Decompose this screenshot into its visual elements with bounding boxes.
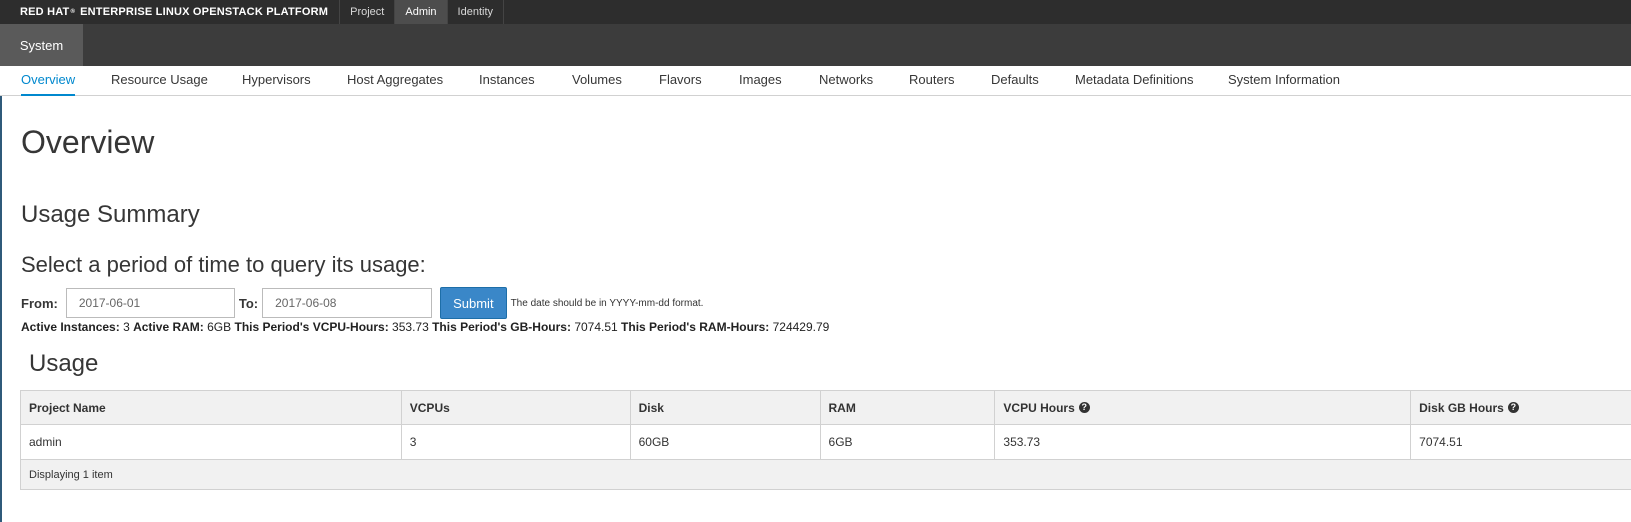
cell-vcpu-hours: 353.73	[995, 425, 1412, 459]
brand-logo: RED HAT ® ENTERPRISE LINUX OPENSTACK PLAT…	[0, 0, 339, 24]
to-date-input[interactable]	[262, 288, 433, 318]
header-vcpus[interactable]: VCPUs	[402, 391, 631, 424]
tab-host-aggregates[interactable]: Host Aggregates	[347, 66, 443, 96]
gb-hours-label: This Period's GB-Hours:	[432, 320, 571, 334]
active-instances-label: Active Instances:	[21, 320, 120, 334]
top-bar: RED HAT ® ENTERPRISE LINUX OPENSTACK PLAT…	[0, 0, 1631, 24]
usage-summary-heading: Usage Summary	[21, 201, 200, 228]
header-ram[interactable]: RAM	[821, 391, 996, 424]
tab-resource-usage[interactable]: Resource Usage	[111, 66, 208, 96]
period-heading: Select a period of time to query its usa…	[21, 252, 426, 277]
page-title: Overview	[21, 124, 155, 160]
to-label: To:	[238, 295, 259, 311]
vcpu-hours-label: This Period's VCPU-Hours:	[234, 320, 389, 334]
active-ram-label: Active RAM:	[133, 320, 204, 334]
date-format-hint: The date should be in YYYY-mm-dd format.	[510, 297, 704, 309]
header-project-name[interactable]: Project Name	[21, 391, 402, 424]
active-ram-value: 6GB	[207, 320, 232, 334]
gb-hours-value: 7074.51	[574, 320, 618, 334]
brand-product: ENTERPRISE LINUX OPENSTACK PLATFORM	[80, 6, 329, 18]
date-range-form: From: To: Submit The date should be in Y…	[21, 287, 703, 319]
cell-ram: 6GB	[821, 425, 996, 459]
from-label: From:	[21, 295, 58, 311]
section-tab-system[interactable]: System	[0, 24, 83, 66]
header-disk-gb-hours: Disk GB Hours	[1419, 400, 1504, 415]
left-edge-bar	[0, 96, 2, 522]
question-circle-icon[interactable]: ?	[1078, 402, 1090, 413]
usage-heading: Usage	[29, 350, 99, 377]
tab-volumes[interactable]: Volumes	[572, 66, 622, 96]
header-disk-gb-hours-cell[interactable]: Disk GB Hours ?	[1411, 391, 1631, 424]
tab-system-information[interactable]: System Information	[1228, 66, 1340, 96]
table-footer: Displaying 1 item	[21, 460, 1631, 489]
tab-hypervisors[interactable]: Hypervisors	[242, 66, 311, 96]
tab-defaults[interactable]: Defaults	[991, 66, 1039, 96]
tab-networks[interactable]: Networks	[819, 66, 873, 96]
vcpu-hours-value: 353.73	[392, 320, 429, 334]
tab-routers[interactable]: Routers	[909, 66, 955, 96]
top-nav: Project Admin Identity	[339, 0, 505, 24]
cell-project-name: admin	[21, 425, 402, 459]
ram-hours-value: 724429.79	[772, 320, 830, 334]
panel-tabs: Overview Resource Usage Hypervisors Host…	[0, 66, 1631, 96]
topnav-identity[interactable]: Identity	[448, 0, 505, 24]
brand-registered: ®	[70, 9, 76, 15]
header-vcpu-hours: VCPU Hours	[1003, 400, 1075, 415]
active-instances-value: 3	[123, 320, 130, 334]
cell-disk: 60GB	[631, 425, 821, 459]
table-header-row: Project Name VCPUs Disk RAM VCPU Hours ?…	[21, 391, 1631, 425]
cell-vcpus: 3	[402, 425, 631, 459]
table-row: admin 3 60GB 6GB 353.73 7074.51	[21, 425, 1631, 460]
topnav-admin[interactable]: Admin	[395, 0, 448, 24]
tab-metadata-definitions[interactable]: Metadata Definitions	[1075, 66, 1194, 96]
question-circle-icon[interactable]: ?	[1507, 402, 1519, 413]
tab-overview[interactable]: Overview	[21, 66, 76, 96]
cell-disk-gb-hours: 7074.51	[1419, 435, 1463, 449]
brand-redhat: RED HAT	[20, 6, 70, 18]
header-vcpu-hours-cell[interactable]: VCPU Hours ?	[995, 391, 1412, 424]
from-date-input[interactable]	[65, 288, 235, 318]
submit-button[interactable]: Submit	[440, 287, 507, 319]
tab-flavors[interactable]: Flavors	[659, 66, 702, 96]
topnav-project[interactable]: Project	[340, 0, 396, 24]
secondary-bar: System	[0, 24, 1631, 66]
header-disk[interactable]: Disk	[631, 391, 821, 424]
usage-stats: Active Instances: 3 Active RAM: 6GB This…	[21, 320, 829, 334]
ram-hours-label: This Period's RAM-Hours:	[621, 320, 770, 334]
usage-table: Project Name VCPUs Disk RAM VCPU Hours ?…	[20, 390, 1631, 490]
tab-instances[interactable]: Instances	[479, 66, 535, 96]
tab-images[interactable]: Images	[739, 66, 782, 96]
